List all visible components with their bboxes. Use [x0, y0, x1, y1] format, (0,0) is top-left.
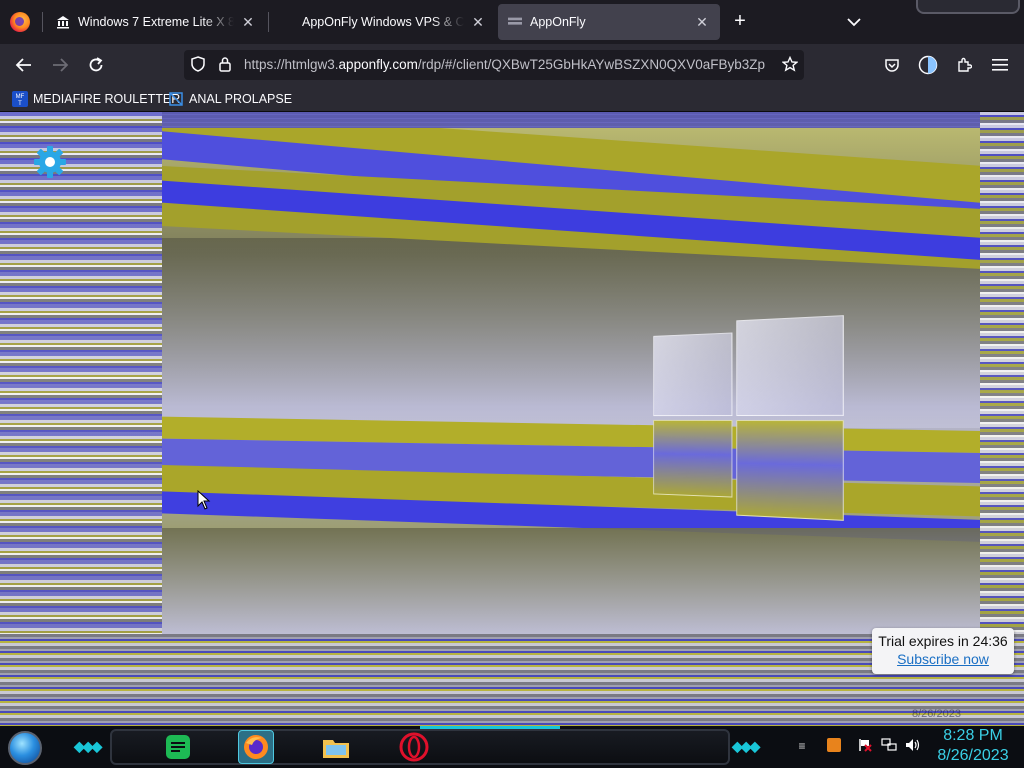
new-tab-button[interactable]: + — [728, 10, 752, 34]
remote-taskbar-ghost: 8/26/2023 — [0, 686, 1024, 726]
bookmark-label: ANAL PROLAPSE — [189, 92, 293, 106]
tab-apponfly-vps[interactable]: AppOnFly Windows VPS & Cloud ✕ — [292, 4, 496, 40]
wallpaper-shade — [162, 528, 980, 634]
tab-label: AppOnFly — [530, 15, 586, 29]
network-icon[interactable] — [881, 738, 897, 754]
pocket-icon[interactable] — [880, 53, 904, 77]
host-taskbar: ◆◆◆ ◆◆◆ ≡ 8:28 PM 8/26/2023 — [0, 726, 1024, 768]
bank-icon — [56, 15, 70, 29]
navigation-toolbar: https://htmlgw3.apponfly.com/rdp/#/clien… — [0, 44, 1024, 86]
bookmarks-toolbar: MF T MEDIAFIRE ROULETTER ANAL PROLAPSE — [0, 86, 1024, 112]
tab-separator — [42, 12, 43, 32]
close-tab-icon[interactable]: ✕ — [470, 14, 486, 31]
lock-icon[interactable] — [216, 56, 234, 74]
bookmark-star-icon[interactable] — [781, 55, 799, 74]
notes-app-icon[interactable] — [160, 730, 196, 764]
firefox-taskbar-icon[interactable] — [238, 730, 274, 764]
firefox-logo-icon[interactable] — [10, 12, 30, 32]
account-circle-icon[interactable] — [916, 53, 940, 77]
titlebar-decoration — [916, 0, 1020, 14]
mouse-cursor-icon — [197, 490, 211, 510]
logo-pane — [653, 332, 733, 417]
reload-icon[interactable] — [83, 53, 109, 77]
taskbar-glow — [420, 726, 560, 729]
tray-orange-app-icon[interactable] — [826, 738, 842, 754]
tray-stripes-icon[interactable]: ≡ — [794, 738, 810, 754]
svg-text:T: T — [18, 101, 22, 107]
bookmark-label: MEDIAFIRE ROULETTER — [33, 92, 181, 106]
shield-icon[interactable] — [189, 56, 207, 74]
forward-arrow-icon[interactable] — [47, 53, 73, 77]
list-all-tabs-chevron-icon[interactable] — [842, 10, 866, 34]
trial-expires-text: Trial expires in 24:36 — [878, 633, 1008, 649]
taskbar-clock-date[interactable]: 8/26/2023 — [930, 747, 1016, 765]
back-arrow-icon[interactable] — [11, 53, 37, 77]
chevron-decoration-icon: ◆◆◆ — [732, 738, 760, 754]
file-explorer-icon[interactable] — [318, 730, 354, 764]
tray-flag-icon[interactable] — [857, 738, 873, 754]
remote-desktop-viewport[interactable]: Trial expires in 24:36 Subscribe now 8/2… — [0, 112, 1024, 726]
close-tab-icon[interactable]: ✕ — [694, 14, 710, 31]
volume-speaker-icon[interactable] — [905, 738, 921, 754]
trial-notice: Trial expires in 24:36 Subscribe now — [872, 628, 1014, 674]
logo-pane — [653, 419, 733, 498]
tab-strip: Windows 7 Extreme Lite X 86 : F ✕ AppOnF… — [0, 0, 1024, 44]
tab-windows7[interactable]: Windows 7 Extreme Lite X 86 : F ✕ — [46, 4, 266, 40]
settings-gear-icon[interactable] — [30, 142, 70, 182]
opera-browser-icon[interactable] — [396, 730, 432, 764]
tab-label: AppOnFly Windows VPS & Cloud — [302, 15, 464, 29]
close-tab-icon[interactable]: ✕ — [240, 14, 256, 31]
url-domain: apponfly.com — [338, 57, 418, 72]
extensions-puzzle-icon[interactable] — [952, 53, 976, 77]
url-text[interactable]: https://htmlgw3.apponfly.com/rdp/#/clien… — [244, 57, 779, 72]
tab-apponfly[interactable]: AppOnFly ✕ — [498, 4, 720, 40]
taskbar-clock-time[interactable]: 8:28 PM — [930, 727, 1016, 745]
remote-clock-date: 8/26/2023 — [912, 708, 961, 720]
url-bar[interactable]: https://htmlgw3.apponfly.com/rdp/#/clien… — [184, 50, 804, 80]
tab-label: Windows 7 Extreme Lite X 86 : F — [78, 15, 234, 29]
bookmark-mediafire[interactable]: MF T MEDIAFIRE ROULETTER — [12, 90, 180, 108]
wallpaper-shade — [162, 238, 980, 428]
windows-logo-icon — [653, 315, 844, 521]
chevron-decoration-icon: ◆◆◆ — [74, 738, 102, 754]
logo-pane — [736, 315, 844, 417]
mft-icon: MF T — [12, 91, 28, 107]
logo-pane — [736, 419, 844, 521]
bookmark-icon — [168, 91, 184, 107]
subscribe-now-link[interactable]: Subscribe now — [872, 651, 1014, 667]
bookmark-second[interactable]: ANAL PROLAPSE — [168, 90, 292, 108]
page-icon — [508, 15, 522, 29]
menu-hamburger-icon[interactable] — [988, 53, 1012, 77]
url-prefix: https://htmlgw3. — [244, 57, 339, 72]
start-button[interactable] — [8, 731, 42, 765]
url-path: /rdp/#/client/QXBwT25GbHkAYwBSZXN0QXV0aF… — [417, 57, 765, 72]
tab-separator — [268, 12, 269, 32]
svg-text:MF: MF — [16, 94, 25, 100]
remote-wallpaper — [162, 128, 980, 634]
